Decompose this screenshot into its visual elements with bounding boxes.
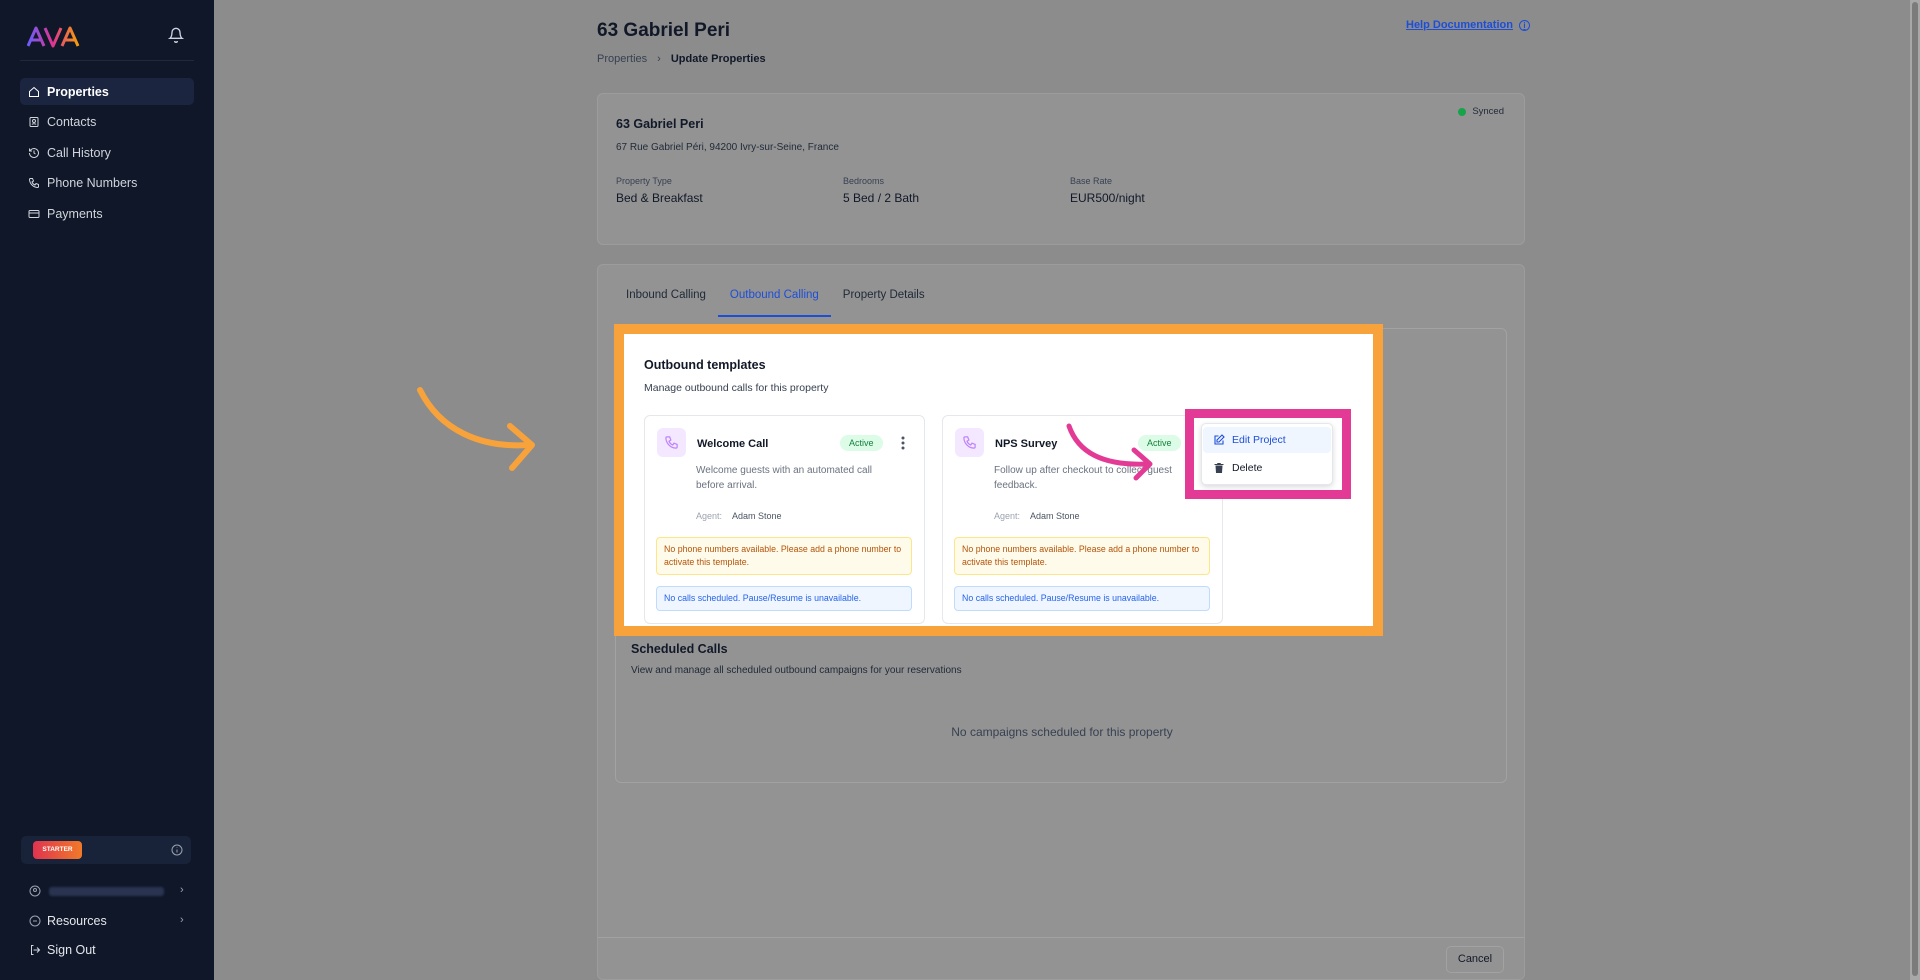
- sidebar-item-label: Call History: [47, 145, 111, 160]
- pink-arrow-annotation: [1066, 423, 1153, 481]
- tab-bar: Inbound Calling Outbound Calling Propert…: [614, 289, 937, 317]
- menu-item-label: Edit Project: [1232, 434, 1286, 446]
- field-value: Bed & Breakfast: [616, 191, 703, 205]
- resources-link[interactable]: Resources: [29, 914, 107, 928]
- plan-badge: STARTER: [33, 841, 82, 859]
- scrollbar-thumb[interactable]: [1912, 2, 1918, 976]
- ava-logo[interactable]: [26, 26, 81, 53]
- warning-banner: No phone numbers available. Please add a…: [656, 537, 912, 575]
- sidebar-divider: [20, 60, 194, 61]
- outbound-templates-subtitle: Manage outbound calls for this property: [644, 382, 829, 394]
- bell-icon[interactable]: [167, 27, 186, 45]
- cancel-button[interactable]: Cancel: [1446, 946, 1504, 973]
- sidebar-item-phone-numbers[interactable]: Phone Numbers: [20, 170, 194, 197]
- sign-out-icon: [31, 945, 41, 955]
- template-card-welcome-call[interactable]: Welcome Call Active Welcome guests with …: [644, 415, 925, 624]
- edit-icon: [1214, 434, 1225, 445]
- field-label: Base Rate: [1070, 176, 1113, 186]
- info-banner: No calls scheduled. Pause/Resume is unav…: [656, 586, 912, 611]
- status-badge: Active: [840, 435, 883, 451]
- property-address: 67 Rue Gabriel Péri, 94200 Ivry-sur-Sein…: [616, 142, 839, 153]
- menu-highlight-frame: Edit Project Delete: [1185, 409, 1351, 499]
- template-name: Welcome Call: [697, 438, 769, 450]
- template-agent: Agent: Adam Stone: [696, 511, 782, 521]
- resources-label: Resources: [47, 914, 107, 928]
- phone-icon: [657, 428, 686, 457]
- edit-project-menu-item[interactable]: Edit Project: [1203, 427, 1331, 453]
- contacts-icon: [29, 117, 39, 128]
- property-summary-card: Synced 63 Gabriel Peri 67 Rue Gabriel Pé…: [597, 93, 1525, 245]
- sign-out-label: Sign Out: [47, 943, 96, 957]
- history-icon: [29, 147, 39, 158]
- template-actions-menu: Edit Project Delete: [1201, 423, 1333, 485]
- agent-label: Agent:: [994, 511, 1021, 521]
- property-name: 63 Gabriel Peri: [616, 117, 704, 131]
- breadcrumb-properties[interactable]: Properties: [597, 53, 647, 65]
- resources-icon: [29, 915, 41, 927]
- breadcrumb: Properties › Update Properties: [597, 53, 766, 65]
- delete-menu-item[interactable]: Delete: [1203, 455, 1331, 481]
- home-icon: [29, 86, 39, 97]
- sidebar-nav: Properties Contacts Call History Phone N…: [20, 78, 194, 231]
- trash-icon: [1214, 463, 1224, 473]
- sidebar-item-contacts[interactable]: Contacts: [20, 109, 194, 136]
- agent-name: Adam Stone: [1030, 511, 1080, 521]
- info-icon: i: [1518, 19, 1530, 31]
- field-value: 5 Bed / 2 Bath: [843, 191, 920, 205]
- page-title: 63 Gabriel Peri: [597, 20, 731, 41]
- warning-banner: No phone numbers available. Please add a…: [954, 537, 1210, 575]
- sync-status: Synced: [1458, 106, 1504, 117]
- help-label[interactable]: Help Documentation: [1406, 19, 1513, 31]
- info-icon[interactable]: [171, 844, 183, 856]
- sidebar: Properties Contacts Call History Phone N…: [0, 0, 214, 980]
- sidebar-item-label: Phone Numbers: [47, 176, 138, 191]
- agent-name: Adam Stone: [732, 511, 782, 521]
- field-label: Bedrooms: [843, 176, 885, 186]
- sign-out-link[interactable]: Sign Out: [29, 943, 96, 957]
- outbound-templates-title: Outbound templates: [644, 358, 766, 372]
- breadcrumb-separator: ›: [657, 53, 661, 65]
- card-icon: [28, 209, 40, 218]
- sidebar-item-label: Properties: [47, 84, 109, 99]
- footer-divider: [598, 937, 1524, 938]
- property-bedrooms: Bedrooms 5 Bed / 2 Bath: [843, 176, 919, 205]
- info-banner: No calls scheduled. Pause/Resume is unav…: [954, 586, 1210, 611]
- user-menu[interactable]: [29, 882, 189, 900]
- phone-icon: [28, 178, 39, 189]
- scheduled-calls-title: Scheduled Calls: [631, 642, 728, 656]
- agent-label: Agent:: [696, 511, 723, 521]
- template-name: NPS Survey: [995, 438, 1058, 450]
- status-dot: [1458, 107, 1467, 116]
- template-agent: Agent: Adam Stone: [994, 511, 1080, 521]
- tab-outbound-calling[interactable]: Outbound Calling: [717, 289, 831, 317]
- sidebar-item-payments[interactable]: Payments: [20, 200, 194, 227]
- property-base-rate: Base Rate EUR500/night: [1070, 176, 1145, 205]
- field-label: Property Type: [616, 176, 672, 186]
- user-icon: [29, 885, 41, 897]
- plan-box: STARTER: [21, 836, 191, 864]
- sidebar-item-properties[interactable]: Properties: [20, 78, 194, 105]
- help-documentation-link[interactable]: Help Documentation i: [1406, 19, 1530, 31]
- sidebar-item-call-history[interactable]: Call History: [20, 139, 194, 166]
- property-type: Property Type Bed & Breakfast: [616, 176, 703, 205]
- user-name-redacted: [49, 886, 164, 896]
- tab-property-details[interactable]: Property Details: [831, 289, 937, 317]
- template-description: Welcome guests with an automated call be…: [696, 465, 873, 491]
- sync-status-label: Synced: [1472, 106, 1504, 117]
- empty-state: No campaigns scheduled for this property: [951, 725, 1173, 739]
- orange-arrow-annotation: [417, 387, 535, 471]
- field-value: EUR500/night: [1070, 191, 1145, 205]
- breadcrumb-current: Update Properties: [670, 53, 766, 65]
- sidebar-item-label: Payments: [47, 206, 103, 221]
- chevron-right-icon: ›: [180, 884, 184, 896]
- tab-inbound-calling[interactable]: Inbound Calling: [614, 289, 718, 317]
- phone-icon: [955, 428, 984, 457]
- chevron-right-icon: ›: [180, 914, 184, 926]
- scrollbar[interactable]: [1910, 0, 1920, 980]
- sidebar-item-label: Contacts: [47, 115, 97, 130]
- more-vertical-icon[interactable]: [898, 433, 908, 453]
- menu-item-label: Delete: [1232, 462, 1263, 474]
- scheduled-calls-subtitle: View and manage all scheduled outbound c…: [631, 665, 962, 676]
